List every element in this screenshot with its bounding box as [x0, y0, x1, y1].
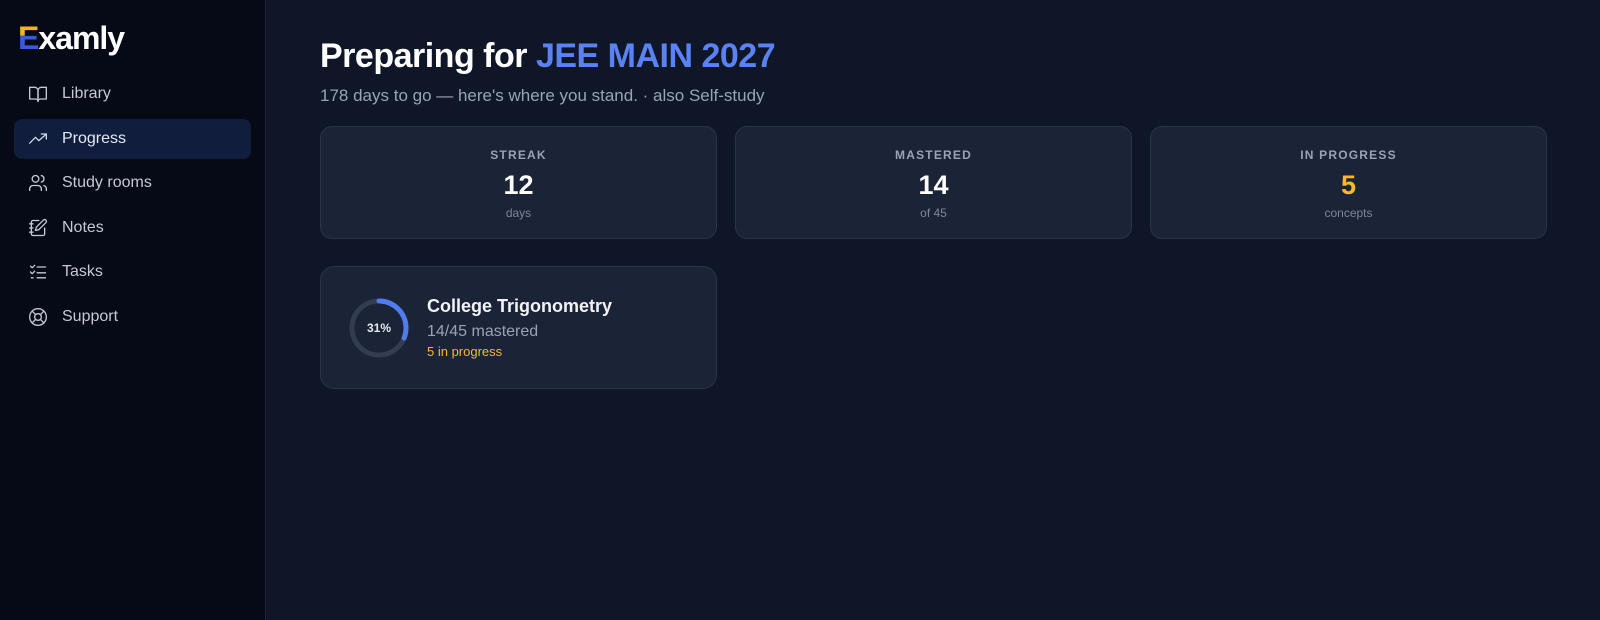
title-prefix: Preparing for	[320, 37, 536, 75]
sidebar-item-library[interactable]: Library	[14, 74, 251, 114]
book-icon	[28, 84, 48, 104]
course-mastered: 14/45 mastered	[427, 323, 539, 340]
stat-unit: days	[505, 206, 532, 220]
course-title: College Trigonometry	[427, 296, 613, 316]
stats-row: STREAK 12 days MASTERED 14 of 45 IN PROG…	[320, 126, 1548, 239]
sidebar-item-label: Support	[62, 307, 119, 325]
sidebar-item-label: Notes	[62, 218, 104, 236]
stat-label: IN PROGRESS	[1300, 148, 1397, 162]
sidebar-item-tasks[interactable]: Tasks	[14, 252, 251, 292]
stat-card-in-progress: IN PROGRESS 5 concepts	[1150, 126, 1547, 239]
notes-icon	[28, 218, 48, 238]
lifebuoy-icon	[28, 307, 48, 327]
stat-value: 12	[503, 170, 534, 200]
sidebar-item-label: Progress	[62, 129, 127, 147]
page-subtitle: 178 days to go — here's where you stand.…	[320, 86, 765, 105]
logo-mark: E	[18, 20, 39, 56]
ring-percent: 31%	[366, 320, 392, 335]
sidebar-item-label: Study rooms	[62, 174, 152, 191]
course-info: College Trigonometry 14/45 mastered 5 in…	[427, 296, 612, 359]
sidebar-item-label: Library	[62, 85, 111, 102]
stat-card-streak: STREAK 12 days	[320, 126, 717, 239]
logo-text: xamly	[38, 20, 125, 56]
trending-up-icon	[28, 129, 48, 149]
checklist-icon	[28, 262, 48, 282]
sidebar-item-label: Tasks	[62, 263, 103, 280]
stat-unit: concepts	[1324, 206, 1373, 220]
stat-label: STREAK	[490, 148, 547, 162]
exam-name: JEE MAIN 2027	[535, 37, 776, 75]
course-in-progress: 5 in progress	[427, 344, 503, 359]
users-icon	[28, 173, 48, 193]
sidebar: Examly Library Progress Study rooms Note…	[0, 0, 266, 620]
sidebar-item-support[interactable]: Support	[14, 297, 251, 337]
sidebar-item-progress[interactable]: Progress	[14, 118, 251, 159]
sidebar-nav: Library Progress Study rooms Notes Tasks…	[14, 74, 251, 337]
app-root: Examly Library Progress Study rooms Note…	[0, 0, 1600, 620]
stat-unit: of 45	[920, 206, 947, 220]
course-card[interactable]: 31% College Trigonometry 14/45 mastered …	[320, 266, 717, 389]
logo[interactable]: Examly	[14, 20, 251, 60]
sidebar-item-study-rooms[interactable]: Study rooms	[14, 163, 251, 203]
progress-ring: 31%	[347, 296, 411, 360]
stat-card-mastered: MASTERED 14 of 45	[735, 126, 1132, 239]
sidebar-item-notes[interactable]: Notes	[14, 208, 251, 248]
stat-value: 14	[918, 170, 949, 200]
main-content: Preparing for JEE MAIN 2027 178 days to …	[266, 0, 1600, 620]
stat-label: MASTERED	[895, 148, 972, 162]
page-title: Preparing for JEE MAIN 2027	[320, 36, 1548, 76]
stat-value: 5	[1340, 170, 1357, 200]
